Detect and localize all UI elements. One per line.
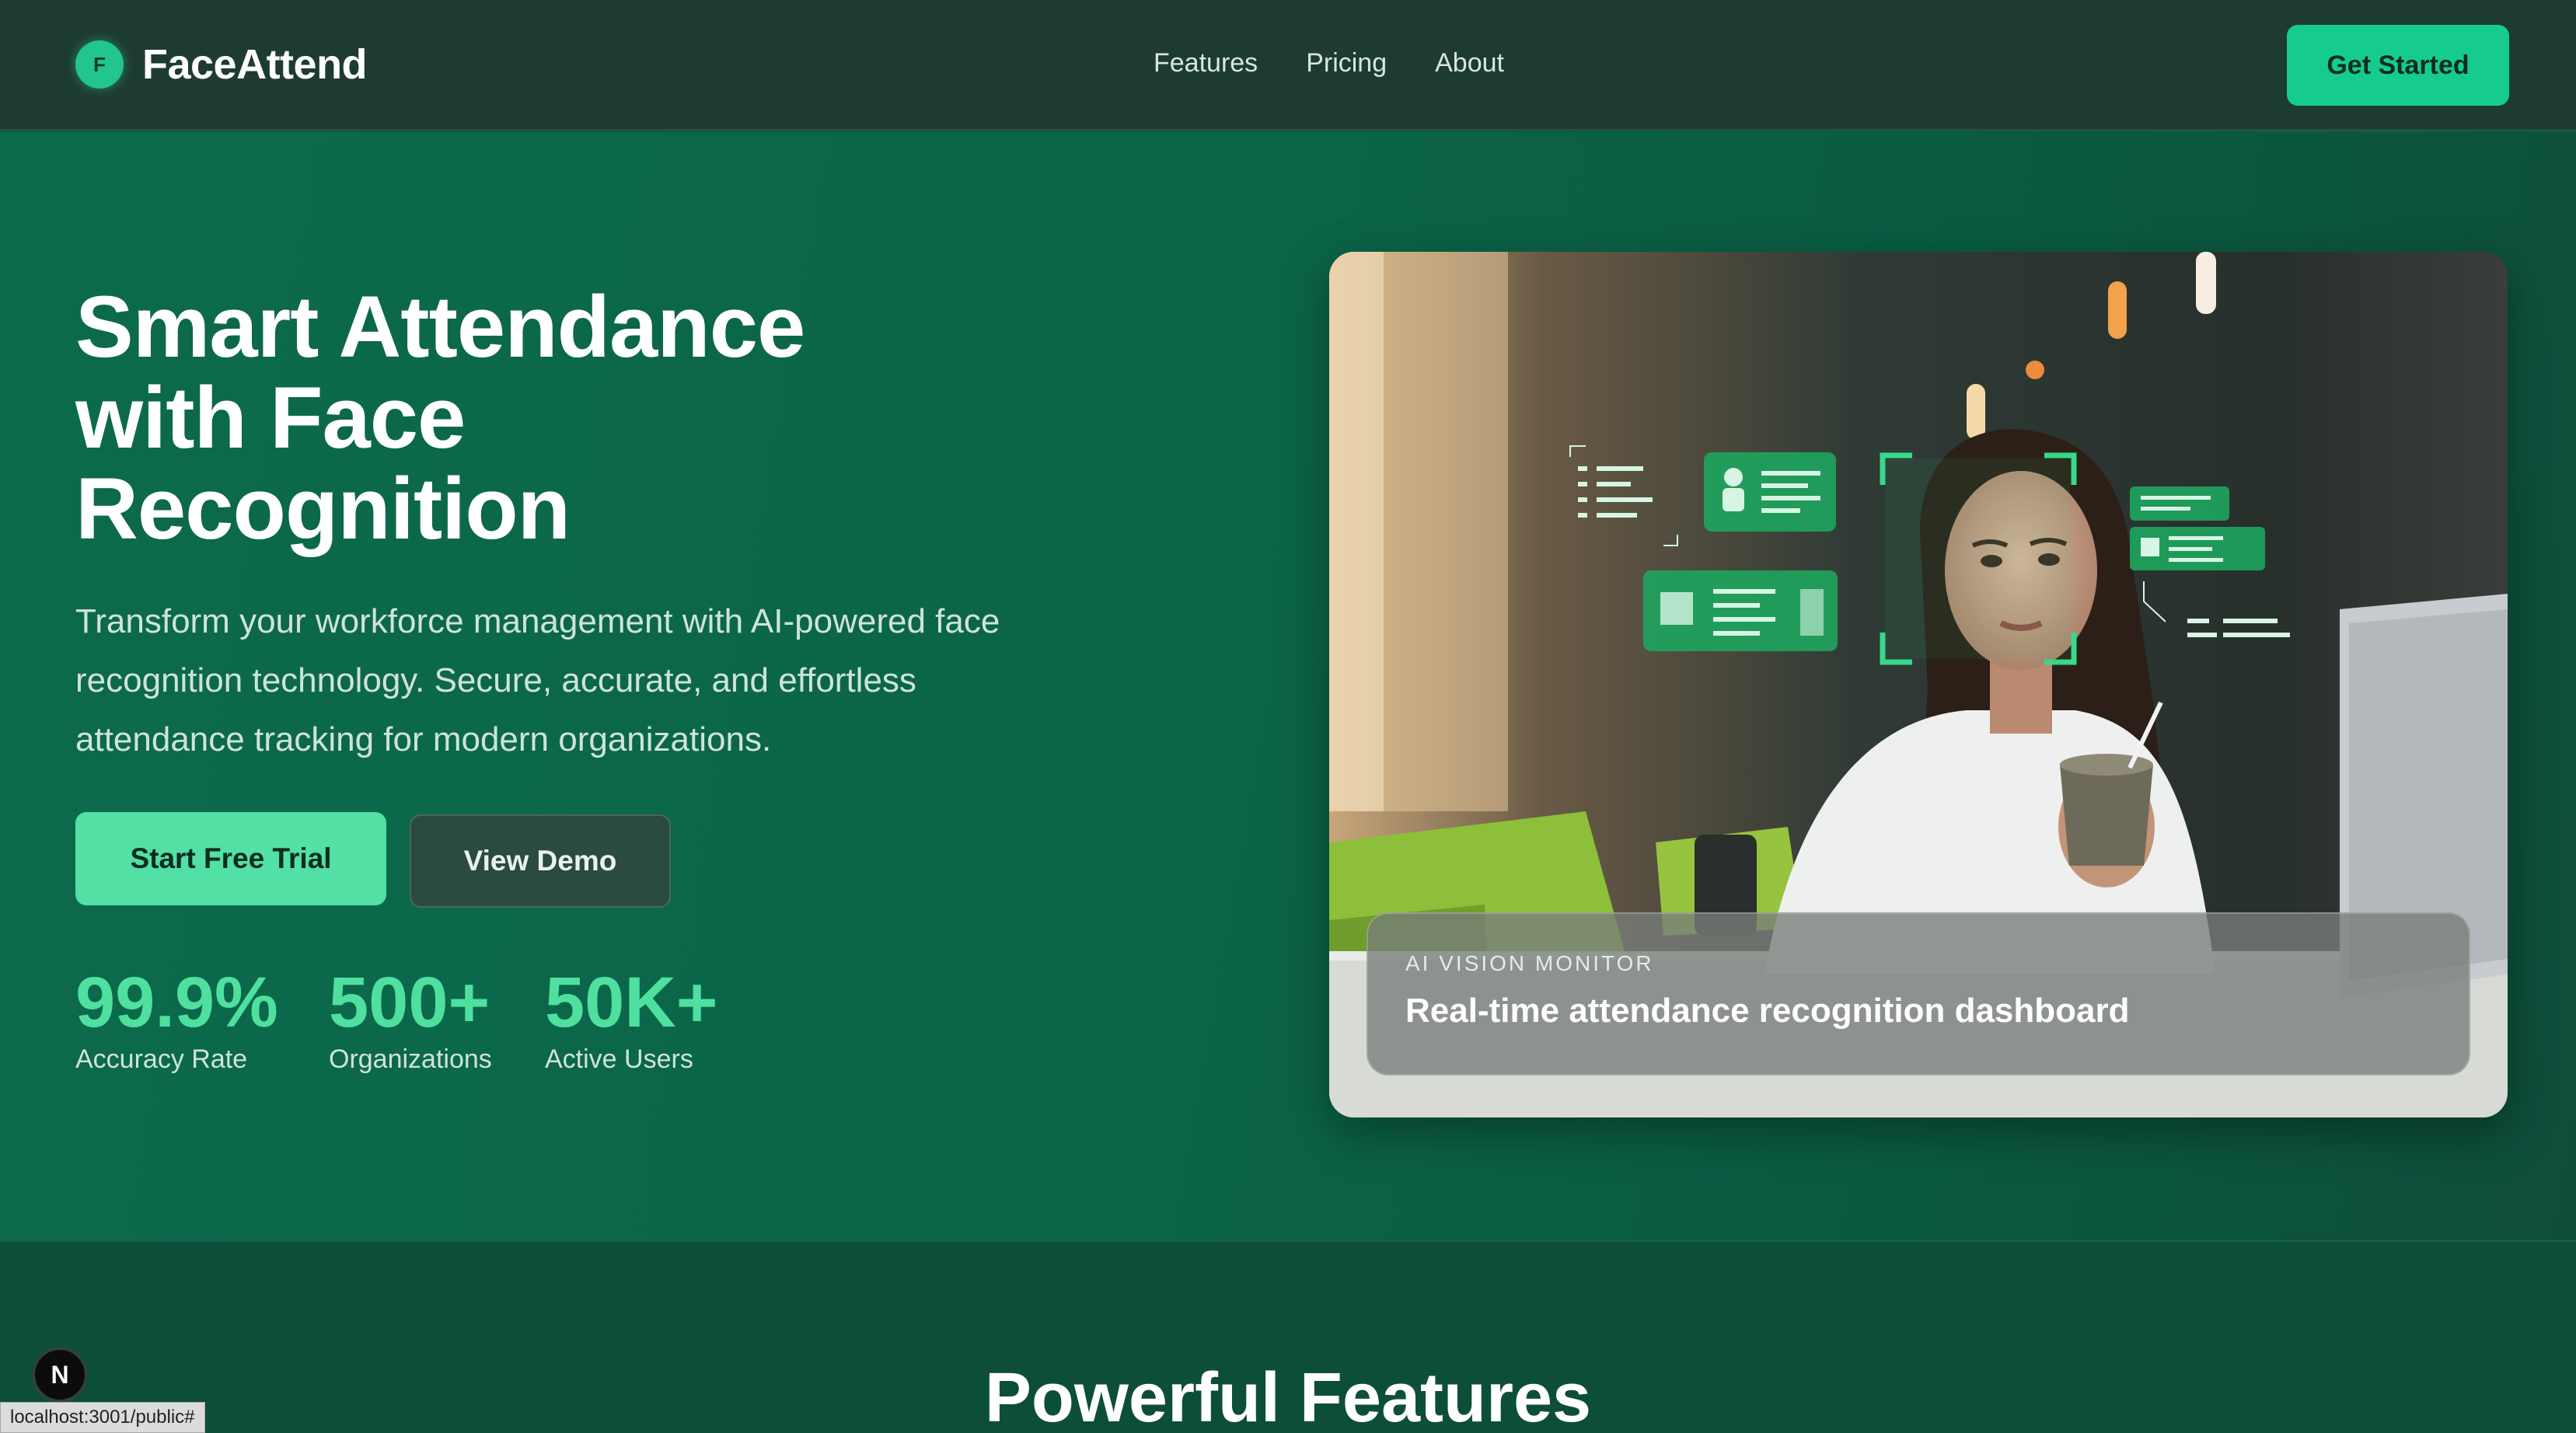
- stat-label: Organizations: [329, 1044, 492, 1074]
- hero-title-line-1: Smart Attendance: [75, 278, 805, 375]
- features-section: Powerful Features: [0, 1240, 2576, 1433]
- top-navbar: F FaceAttend Features Pricing About Get …: [0, 0, 2576, 131]
- logo-icon: F: [75, 40, 124, 89]
- nav-link-pricing[interactable]: Pricing: [1306, 48, 1387, 78]
- hero-title-line-3: Recognition: [75, 460, 571, 557]
- brand-logo[interactable]: F FaceAttend: [75, 40, 368, 89]
- hero-subtitle-line-2: recognition technology. Secure, accurate…: [75, 661, 916, 699]
- lamp-icon: [2108, 281, 2127, 339]
- caption-label: AI VISION MONITOR: [1405, 951, 1654, 975]
- nextjs-dev-badge[interactable]: N: [33, 1348, 87, 1402]
- hero-title-line-2: with Face: [75, 369, 466, 466]
- stat-value: 99.9%: [75, 963, 278, 1042]
- stat-value: 500+: [329, 963, 490, 1042]
- hero-subtitle-line-1: Transform your workforce management with…: [75, 602, 1000, 640]
- cup-icon: [2060, 765, 2153, 866]
- stat-label: Accuracy Rate: [75, 1044, 248, 1074]
- status-bar-url: localhost:3001/public#: [0, 1402, 205, 1433]
- get-started-button[interactable]: Get Started: [2287, 25, 2509, 106]
- stat-label: Active Users: [545, 1044, 693, 1074]
- stat-value: 50K+: [545, 963, 718, 1042]
- lamp-icon: [2026, 361, 2044, 379]
- features-title: Powerful Features: [984, 1359, 1592, 1433]
- data-panel-icon: [1643, 570, 1838, 651]
- lamp-icon: [2196, 252, 2216, 314]
- brand-name: FaceAttend: [142, 41, 368, 88]
- image-caption-card: AI VISION MONITOR Real-time attendance r…: [1367, 912, 2470, 1076]
- view-demo-button[interactable]: View Demo: [410, 814, 671, 908]
- hero-title: Smart Attendance with Face Recognition: [75, 281, 1086, 554]
- nav-link-about[interactable]: About: [1435, 48, 1504, 78]
- nav-link-features[interactable]: Features: [1154, 48, 1258, 78]
- lamp-icon: [1967, 384, 1985, 440]
- stat-accuracy: 99.9% Accuracy Rate: [75, 964, 278, 1075]
- hero-subtitle: Transform your workforce management with…: [75, 592, 1117, 769]
- hero-subtitle-line-3: attendance tracking for modern organizat…: [75, 720, 772, 758]
- stat-active-users: 50K+ Active Users: [545, 964, 718, 1075]
- stat-organizations: 500+ Organizations: [329, 964, 492, 1075]
- hero-image-card: AI VISION MONITOR Real-time attendance r…: [1329, 252, 2508, 1117]
- caption-text: Real-time attendance recognition dashboa…: [1405, 992, 2130, 1030]
- data-panel-icon: [1704, 452, 1836, 532]
- hero-section: Smart Attendance with Face Recognition T…: [0, 132, 2576, 1240]
- nav-links: Features Pricing About: [1154, 48, 1552, 78]
- start-free-trial-button[interactable]: Start Free Trial: [75, 812, 386, 905]
